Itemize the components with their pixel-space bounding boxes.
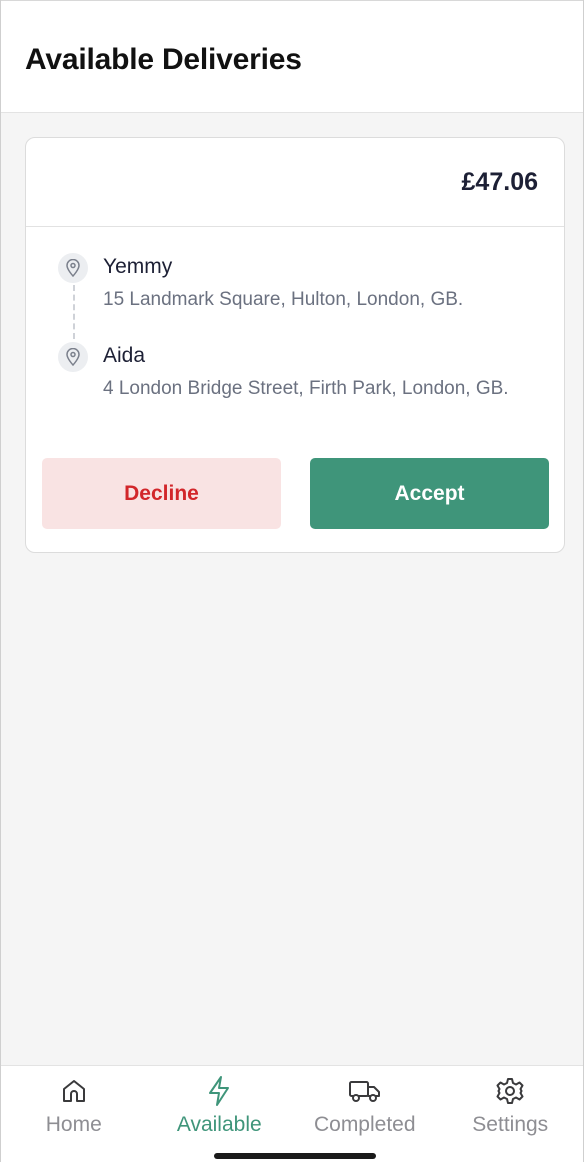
lightning-icon: [206, 1076, 232, 1106]
page-title: Available Deliveries: [25, 43, 302, 76]
accept-button[interactable]: Accept: [310, 458, 549, 529]
delivery-route: Yemmy 15 Landmark Square, Hulton, London…: [26, 227, 564, 457]
tab-label: Completed: [313, 1113, 416, 1136]
tab-home[interactable]: Home: [1, 1066, 147, 1162]
location-pin-icon: [58, 342, 88, 372]
decline-button[interactable]: Decline: [42, 458, 281, 529]
dropoff-address: 4 London Bridge Street, Firth Park, Lond…: [103, 378, 509, 399]
route-connector: [73, 285, 75, 339]
tab-completed[interactable]: Completed: [292, 1066, 438, 1162]
pickup-name: Yemmy: [103, 255, 173, 278]
pickup-address: 15 Landmark Square, Hulton, London, GB.: [103, 289, 464, 310]
tab-label: Home: [45, 1113, 102, 1136]
truck-icon: [348, 1076, 382, 1106]
tab-available[interactable]: Available: [147, 1066, 293, 1162]
home-indicator[interactable]: [214, 1153, 376, 1159]
home-icon: [60, 1076, 88, 1106]
delivery-price: £47.06: [461, 168, 538, 196]
delivery-card: £47.06 Yemmy 15 Landmark Square, Hulton,…: [25, 137, 565, 553]
dropoff-name: Aida: [103, 344, 146, 367]
app-header: Available Deliveries: [1, 0, 583, 113]
tab-label: Available: [176, 1113, 262, 1136]
gear-icon: [495, 1076, 525, 1106]
bottom-tab-bar: Home Available Completed Settings: [1, 1065, 583, 1162]
tab-label: Settings: [472, 1113, 549, 1136]
tab-settings[interactable]: Settings: [438, 1066, 584, 1162]
delivery-card-header: £47.06: [26, 138, 564, 227]
location-pin-icon: [58, 253, 88, 283]
